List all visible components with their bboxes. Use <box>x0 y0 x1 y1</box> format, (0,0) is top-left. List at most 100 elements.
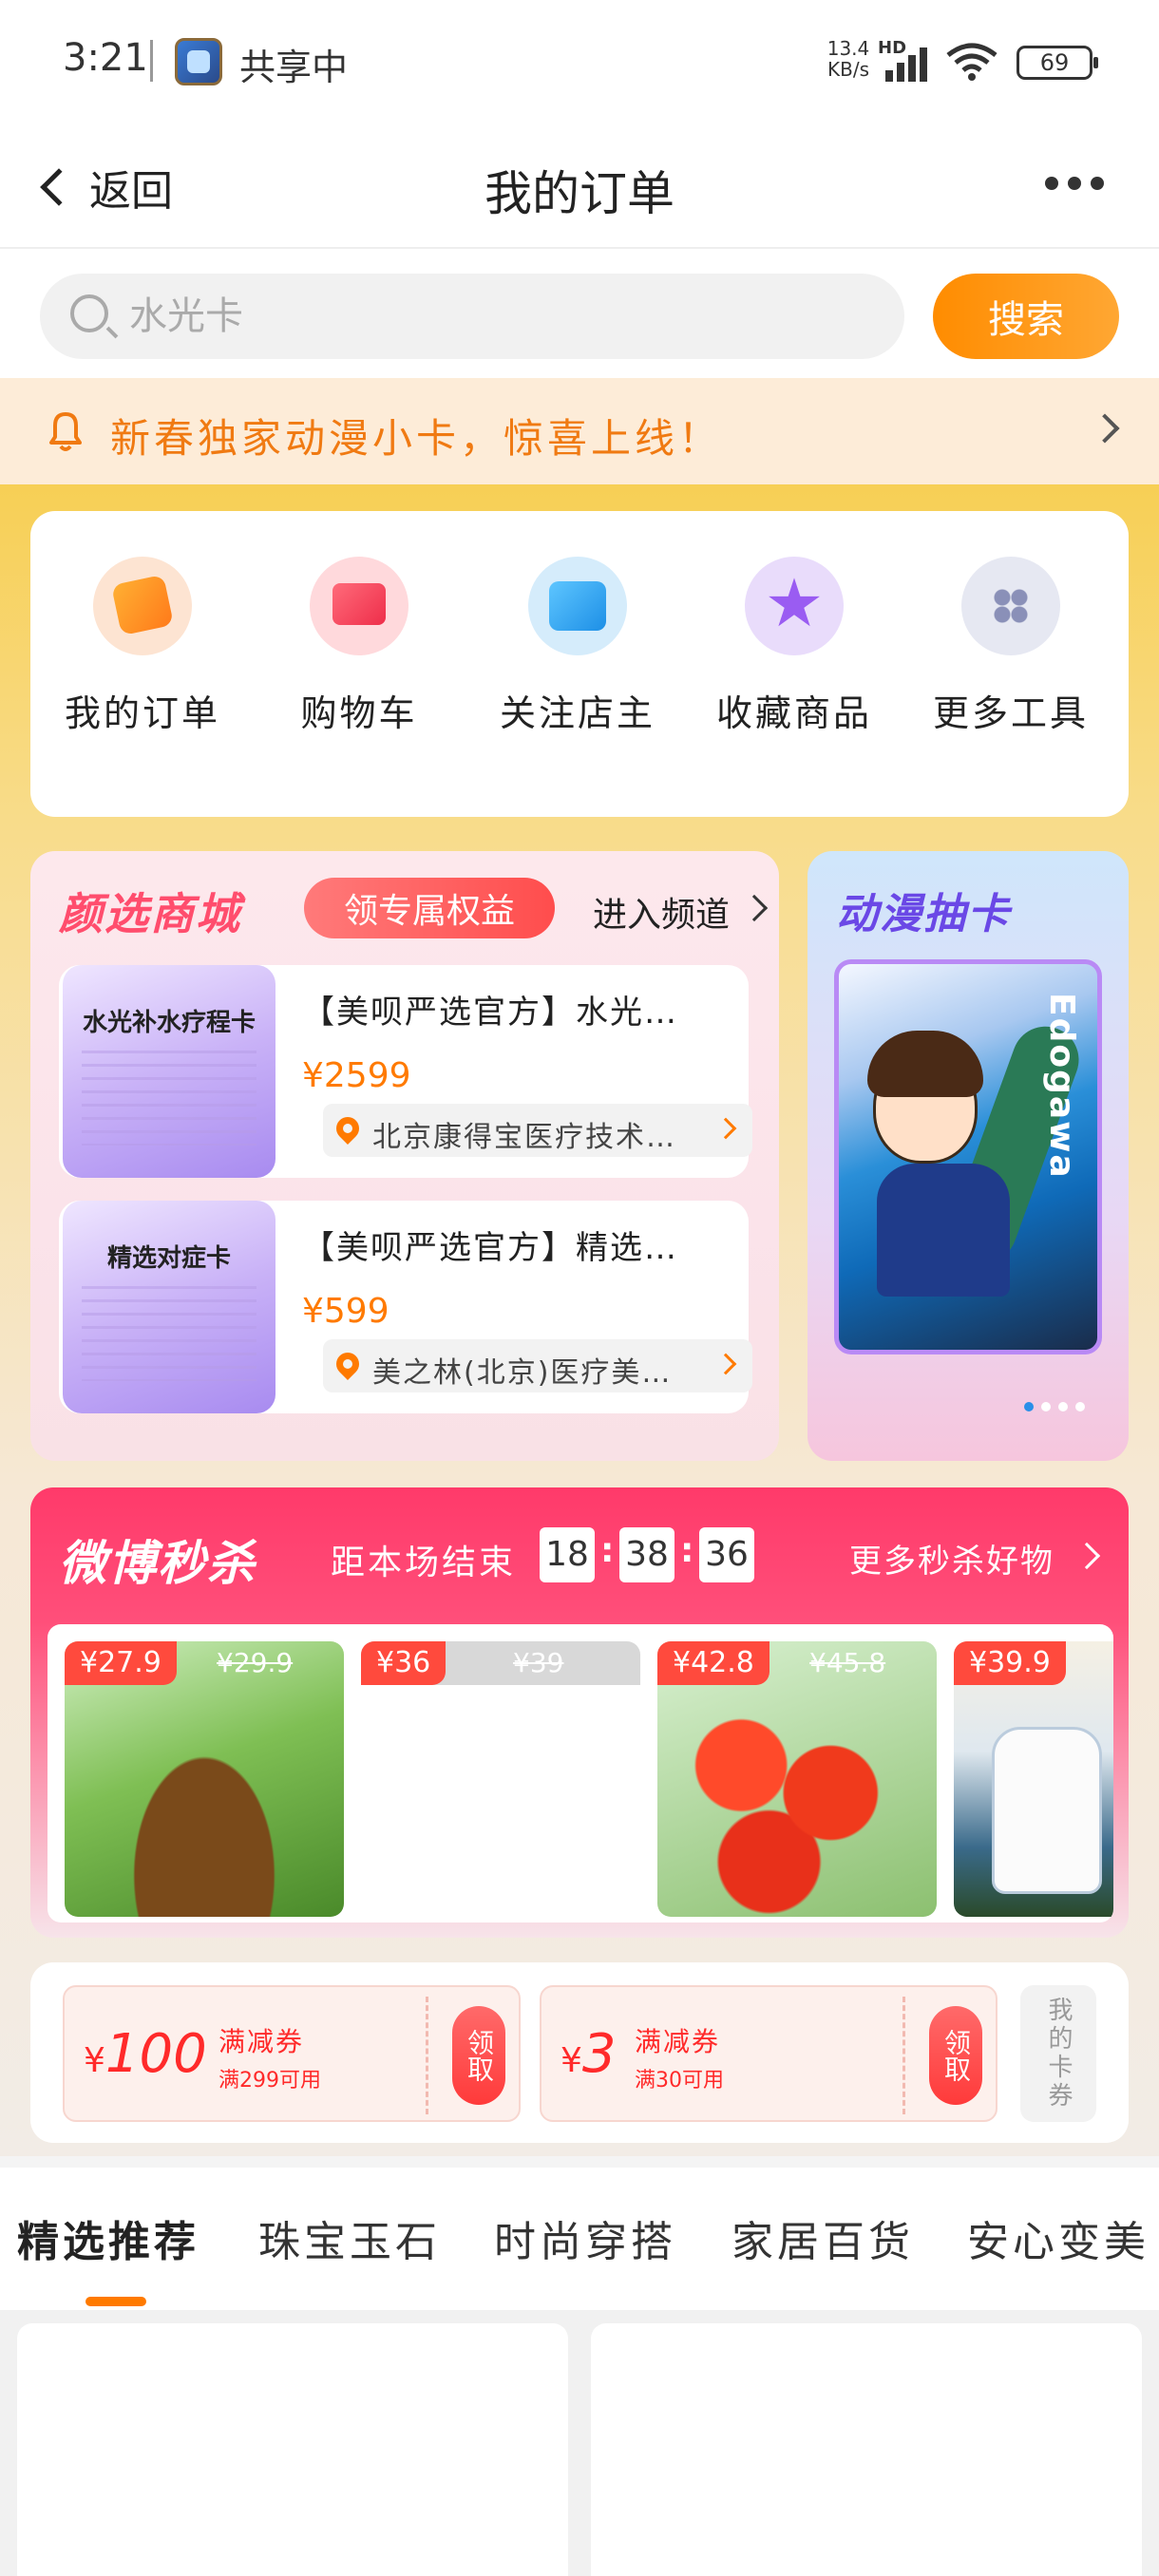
status-time: 3:21 <box>63 36 148 80</box>
tool-favorites[interactable]: 收藏商品 <box>699 557 889 736</box>
net-speed: 13.4 KB/s <box>826 38 870 80</box>
chevron-right-icon <box>714 1353 737 1375</box>
flash-sale-shelf: ¥27.9 ¥29.9 ¥36 ¥39 ¥42.8 ¥45.8 ¥39.9 <box>48 1624 1113 1923</box>
more-flash-deals-link[interactable]: 更多秒杀好物 <box>849 1535 1054 1582</box>
tab-home[interactable]: 家居百货 <box>732 2207 914 2268</box>
product-shop-link[interactable]: 北京康得宝医疗技术… <box>323 1104 752 1157</box>
coupon-currency: ¥ <box>84 2041 105 2080</box>
search-input[interactable] <box>129 274 870 359</box>
tool-cart[interactable]: 购物车 <box>264 557 454 736</box>
recommendation-feed <box>0 2310 1159 2576</box>
status-bar: 3:21 共享中 13.4 KB/s HD 69 <box>0 0 1159 123</box>
nav-bar: 返回 我的订单 <box>0 123 1159 249</box>
cellular-signal-icon <box>885 47 927 82</box>
share-status-text: 共享中 <box>239 47 349 88</box>
carousel-dots <box>1024 1402 1085 1411</box>
my-coupons-button[interactable]: 我的卡券 <box>1020 1985 1096 2122</box>
location-pin-icon <box>332 1112 364 1145</box>
product-card[interactable]: 精选对症卡 【美呗严选官方】精选… ¥599 美之林(北京)医疗美… <box>59 1201 752 1413</box>
coupon-condition: 满30可用 <box>635 2069 724 2093</box>
carousel-dot <box>1041 1402 1051 1411</box>
status-separator <box>150 40 153 82</box>
dot-icon <box>1091 177 1104 190</box>
search-button[interactable]: 搜索 <box>933 274 1119 359</box>
tool-followed-stores[interactable]: 关注店主 <box>483 557 673 736</box>
anime-title: 动漫抽卡 <box>836 890 1011 938</box>
battery-icon: 69 <box>1016 46 1098 80</box>
tool-label: 收藏商品 <box>715 692 872 734</box>
product-card[interactable]: 水光补水疗程卡 【美呗严选官方】水光… ¥2599 北京康得宝医疗技术… <box>59 965 752 1178</box>
tab-fashion[interactable]: 时尚穿搭 <box>494 2207 676 2268</box>
search-row: 搜索 <box>0 249 1159 378</box>
flash-item-cucumber[interactable]: ¥27.9 ¥29.9 <box>65 1641 344 1917</box>
anime-card-banner[interactable]: 动漫抽卡 Edogawa <box>808 851 1129 1461</box>
more-options-button[interactable] <box>1045 177 1104 190</box>
coupon-divider <box>426 1997 428 2114</box>
page: { "status_bar": { "time": "3:21", "share… <box>0 0 1159 2576</box>
countdown-colon: : <box>680 1531 694 1570</box>
chevron-right-icon <box>740 894 769 922</box>
feed-card[interactable] <box>17 2323 568 2576</box>
location-pin-icon <box>332 1348 364 1380</box>
coupon: ¥100 满减券 满299可用 领取 <box>63 1985 521 2122</box>
product-shop-link[interactable]: 美之林(北京)医疗美… <box>323 1339 752 1392</box>
feed-card[interactable] <box>591 2323 1142 2576</box>
tools-card: 我的订单 购物车 关注店主 收藏商品 更多工具 <box>30 511 1129 817</box>
claim-coupon-button[interactable]: 领取 <box>929 2006 982 2105</box>
flash-item-original-price: ¥45.8 <box>809 1647 886 1678</box>
coupon-condition: 满299可用 <box>218 2069 321 2093</box>
tab-jewelry[interactable]: 珠宝玉石 <box>258 2207 441 2268</box>
star-icon <box>745 557 844 655</box>
screen-share-icon <box>175 38 222 85</box>
flash-sale-card: 微博秒杀 距本场结束 18 : 38 : 36 更多秒杀好物 ¥27.9 ¥29… <box>30 1487 1129 1938</box>
character-coat-graphic <box>877 1164 1010 1297</box>
tab-beauty[interactable]: 安心变美 <box>967 2207 1150 2268</box>
search-icon <box>70 294 108 332</box>
claim-coupon-button[interactable]: 领取 <box>452 2006 505 2105</box>
product-image-title: 精选对症卡 <box>106 1244 231 1273</box>
tab-featured[interactable]: 精选推荐 <box>17 2207 200 2268</box>
category-tabs: 精选推荐 珠宝玉石 时尚穿搭 家居百货 安心变美 <box>0 2168 1159 2310</box>
coupon-amount: ¥3 <box>560 2023 617 2085</box>
flash-item-price: ¥27.9 <box>65 1641 177 1685</box>
coupon-currency: ¥ <box>560 2041 582 2080</box>
dot-icon <box>1045 177 1058 190</box>
chevron-right-icon <box>714 1117 737 1140</box>
flash-sale-title: 微博秒杀 <box>59 1536 256 1591</box>
search-box[interactable] <box>40 274 904 359</box>
product-image-text-lines <box>82 1051 256 1146</box>
product-image-title: 水光补水疗程卡 <box>82 1009 256 1037</box>
coupon-value: 100 <box>104 2023 207 2085</box>
carousel-dot <box>1058 1402 1068 1411</box>
tool-label: 更多工具 <box>932 692 1089 734</box>
tool-more[interactable]: 更多工具 <box>916 557 1106 736</box>
flash-item-tomato[interactable]: ¥42.8 ¥45.8 <box>657 1641 937 1917</box>
product-name: 【美呗严选官方】水光… <box>302 994 678 1032</box>
claim-perks-button[interactable]: 领专属权益 <box>304 878 555 938</box>
active-tab-indicator <box>86 2297 146 2306</box>
card-caption: Edogawa <box>1042 993 1081 1180</box>
countdown-label: 距本场结束 <box>331 1544 517 1582</box>
shopping-cart-icon <box>310 557 408 655</box>
flash-item-yogurt[interactable]: ¥39.9 <box>954 1641 1113 1917</box>
product-price: ¥599 <box>302 1292 390 1331</box>
flash-item[interactable]: ¥36 ¥39 <box>361 1641 640 1917</box>
coupon: ¥3 满减券 满30可用 领取 <box>540 1985 998 2122</box>
tool-my-orders[interactable]: 我的订单 <box>48 557 238 736</box>
mall-title: 颜选商城 <box>59 888 241 939</box>
product-price: ¥2599 <box>302 1056 411 1095</box>
bell-icon <box>49 412 82 451</box>
tool-label: 购物车 <box>300 692 418 734</box>
enter-channel-link[interactable]: 进入频道 <box>593 887 730 937</box>
flash-item-price: ¥42.8 <box>657 1641 770 1685</box>
notice-banner[interactable]: 新春独家动漫小卡，惊喜上线！ <box>0 378 1159 484</box>
countdown-minutes: 38 <box>619 1527 674 1582</box>
flash-item-original-price: ¥29.9 <box>217 1647 294 1678</box>
net-speed-value: 13.4 <box>826 37 870 60</box>
carousel-dot-active <box>1024 1402 1034 1411</box>
coupon-value: 3 <box>581 2023 617 2085</box>
chevron-right-icon <box>1073 1542 1101 1570</box>
shop-name: 美之林(北京)医疗美… <box>372 1356 673 1390</box>
product-name: 【美呗严选官方】精选… <box>302 1229 678 1267</box>
coupon-title: 满减券 <box>635 2026 721 2057</box>
